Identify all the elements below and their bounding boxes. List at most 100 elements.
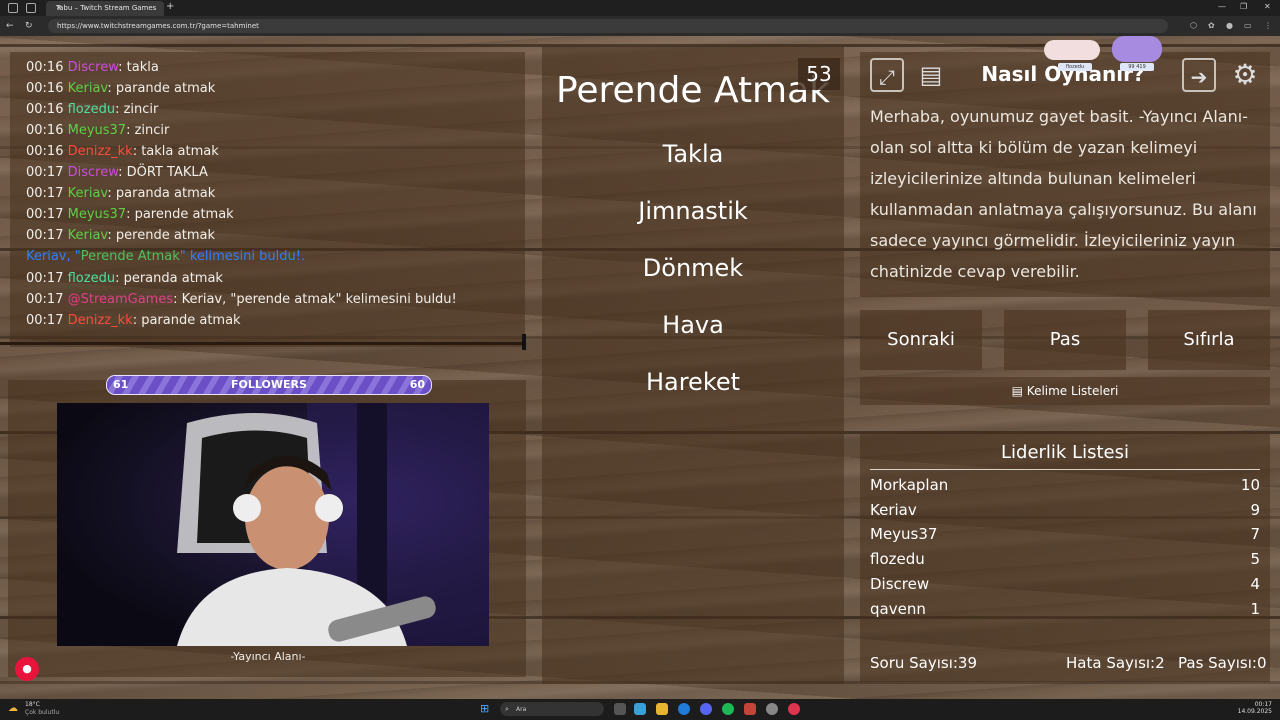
close-tab-icon[interactable]: ✕	[56, 4, 156, 12]
fullscreen-icon[interactable]: ⤢	[870, 58, 904, 92]
chat-username[interactable]: Meyus37	[68, 123, 126, 138]
chrome-icon[interactable]	[766, 703, 778, 715]
next-button[interactable]: Sonraki	[860, 310, 982, 370]
logout-icon[interactable]: ➔	[1182, 58, 1216, 92]
system-clock[interactable]: 00:17 14.09.2025	[1238, 701, 1272, 715]
chat-username[interactable]: Denizz_kk	[68, 144, 133, 159]
word-lists-button[interactable]: ▤ Kelime Listeleri	[860, 377, 1270, 405]
chat-divider	[0, 342, 526, 345]
browser-tab-bar: Tabu – Twitch Stream Games ✕ + — ❐ ✕	[0, 0, 1280, 16]
spotify-icon[interactable]	[722, 703, 734, 715]
weather-temp: 18°C	[25, 701, 40, 708]
chat-text: : perende atmak	[107, 228, 216, 243]
player-name: Meyus37	[870, 525, 938, 544]
chat-username[interactable]: Keriav	[68, 186, 108, 201]
cat-sticker	[1044, 40, 1100, 60]
chat-message: 00:17 @StreamGames: Keriav, "perende atm…	[26, 292, 457, 307]
chat-text: : DÖRT TAKLA	[118, 165, 208, 180]
player-score: 9	[1250, 500, 1260, 519]
chat-text: : paranda atmak	[107, 186, 216, 201]
chat-time: 00:17	[26, 271, 64, 286]
obs-icon[interactable]	[788, 703, 800, 715]
sidebar-icon[interactable]: ▭	[1244, 21, 1252, 30]
forbidden-word: Hareket	[645, 368, 741, 396]
menu-icon[interactable]: ⋮	[1264, 21, 1272, 30]
browser-tab[interactable]: Tabu – Twitch Stream Games ✕	[46, 1, 164, 16]
player-score: 7	[1250, 525, 1260, 544]
player-score: 10	[1240, 476, 1260, 494]
player-score: 4	[1250, 574, 1260, 593]
chat-username[interactable]: Meyus37	[68, 207, 126, 222]
document-icon[interactable]: ▤	[914, 58, 948, 92]
chat-text: : takla	[118, 60, 159, 75]
app-icon[interactable]	[634, 703, 646, 715]
question-count: Soru Sayısı:39	[870, 654, 978, 672]
chat-message: 00:16 flozedu: zincir	[26, 102, 158, 117]
sticker-tag: 99 419	[1120, 63, 1154, 71]
chat-text: : takla atmak	[132, 144, 219, 159]
windows-taskbar: ☁ 18°C Çok bulutlu ⊞ ⌕ Ara 00:17 14.09.2…	[0, 699, 1280, 720]
pass-count: Pas Sayısı:0	[1178, 654, 1267, 672]
forbidden-word: Jimnastik	[638, 197, 748, 225]
extension-icon[interactable]: ✿	[1208, 21, 1215, 30]
chat-time: 00:17	[26, 207, 64, 222]
player-name: Morkaplan	[870, 476, 949, 494]
chat-text: : peranda atmak	[115, 271, 223, 286]
chat-username[interactable]: Discrew	[68, 165, 119, 180]
profile-icon[interactable]: ●	[1226, 21, 1233, 30]
webcam-feed	[57, 403, 489, 646]
player-name: qavenn	[870, 599, 926, 618]
chat-username[interactable]: flozedu	[68, 102, 115, 117]
chat-username[interactable]: flozedu	[68, 271, 115, 286]
how-to-play-text: Merhaba, oyunumuz gayet basit. -Yayıncı …	[870, 107, 1257, 281]
app-icon[interactable]	[744, 703, 756, 715]
chat-username[interactable]: Keriav	[68, 81, 108, 96]
address-bar[interactable]: https://www.twitchstreamgames.com.tr/?ga…	[48, 19, 1168, 33]
chat-username[interactable]: Discrew	[68, 60, 119, 75]
reload-icon[interactable]: ↻	[25, 21, 33, 31]
edge-icon[interactable]	[678, 703, 690, 715]
weather-desc: Çok bulutlu	[25, 709, 60, 716]
chat-time: 00:17	[26, 186, 64, 201]
extension-icon[interactable]: ⬡	[1190, 21, 1197, 30]
chat-text: : parande atmak	[107, 81, 216, 96]
player-name: flozedu	[870, 550, 925, 569]
folder-icon[interactable]	[656, 703, 668, 715]
browser-menu-icon[interactable]	[8, 3, 18, 13]
leaderboard-title: Liderlik Listesi	[1001, 442, 1129, 463]
taskbar-search[interactable]: ⌕ Ara	[500, 702, 604, 716]
close-window-icon[interactable]: ✕	[1264, 2, 1271, 11]
list-icon: ▤	[1011, 384, 1027, 398]
chat-scroll-marker	[522, 334, 526, 350]
chat-username[interactable]: Keriav	[68, 228, 108, 243]
chat-text: : parende atmak	[126, 207, 234, 222]
maximize-icon[interactable]: ❐	[1240, 2, 1247, 11]
word-lists-label: Kelime Listeleri	[1026, 384, 1119, 398]
player-score: 1	[1250, 599, 1260, 618]
chat-message: 00:17 flozedu: peranda atmak	[26, 271, 223, 286]
chat-time: 00:16	[26, 81, 64, 96]
windows-start-icon[interactable]: ⊞	[480, 702, 489, 715]
back-icon[interactable]: ←	[6, 21, 14, 31]
task-view-icon[interactable]	[614, 703, 626, 715]
followers-goal: 60	[409, 378, 425, 391]
chat-text: : parande atmak	[132, 313, 241, 328]
reset-button[interactable]: Sıfırla	[1148, 310, 1270, 370]
cat-sticker	[1112, 36, 1162, 62]
new-tab-icon[interactable]: +	[166, 1, 174, 12]
weather-icon: ☁	[8, 703, 18, 714]
system-word: Perende Atmak	[80, 249, 180, 264]
chat-username[interactable]: Denizz_kk	[68, 313, 133, 328]
chat-username[interactable]: @StreamGames	[68, 292, 174, 307]
pass-button[interactable]: Pas	[1004, 310, 1126, 370]
record-icon[interactable]: ●	[15, 657, 39, 681]
tab-actions-icon[interactable]	[26, 3, 36, 13]
minimize-icon[interactable]: —	[1218, 2, 1226, 11]
discord-icon[interactable]	[700, 703, 712, 715]
chat-time: 00:17	[26, 313, 64, 328]
url-text: https://www.twitchstreamgames.com.tr/?ga…	[57, 22, 259, 30]
forbidden-word: Dönmek	[642, 254, 744, 282]
gear-icon[interactable]: ⚙	[1228, 58, 1262, 92]
player-score: 5	[1250, 550, 1260, 569]
sticker-tag: flozedu	[1058, 63, 1092, 71]
